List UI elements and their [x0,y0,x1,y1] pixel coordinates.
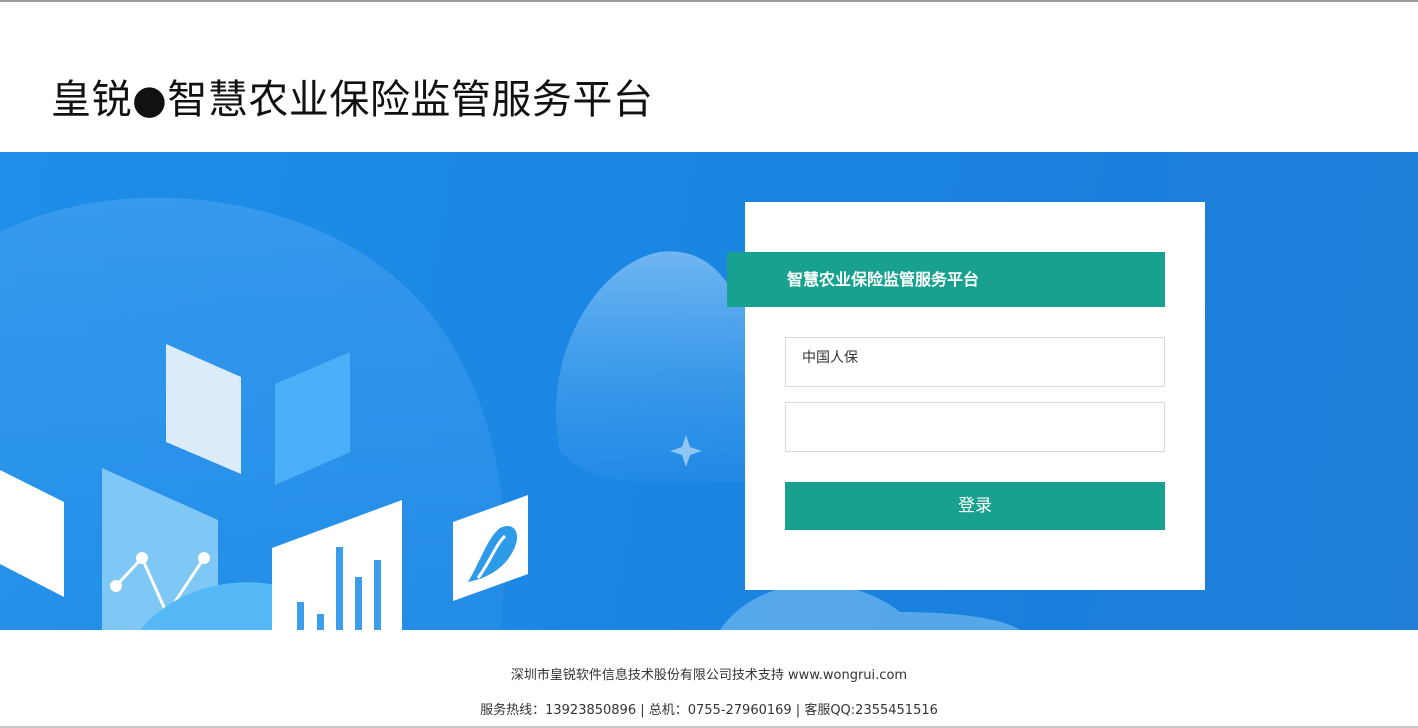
line-chart-point [198,552,210,564]
line-chart-point [110,580,122,592]
footer-contact: 服务热线：13923850896 | 总机：0755-27960169 | 客服… [480,703,938,718]
page-footer: 深圳市皇锐软件信息技术股份有限公司技术支持 www.wongrui.com 服务… [0,630,1418,728]
bar-chart-bar [297,602,304,630]
banner-illustration [0,197,1020,630]
bar-chart-bar [336,547,343,630]
background-cloud [556,251,745,484]
login-title: 智慧农业保险监管服务平台 [727,252,1165,307]
hero-banner [0,152,1418,630]
line-chart-point [136,552,148,564]
bar-chart-bar [317,614,324,630]
background-cloud-bottom [720,583,1020,630]
password-field[interactable] [785,402,1165,452]
username-field[interactable] [785,337,1165,387]
bar-chart-bar [374,560,381,630]
page-title: 皇锐●智慧农业保险监管服务平台 [51,77,654,123]
login-button[interactable]: 登录 [785,482,1165,530]
footer-company: 深圳市皇锐软件信息技术股份有限公司技术支持 www.wongrui.com [510,668,908,683]
page-header: 皇锐●智慧农业保险监管服务平台 [0,2,1418,152]
background-blob [0,197,506,630]
bar-chart-bar [355,577,362,630]
